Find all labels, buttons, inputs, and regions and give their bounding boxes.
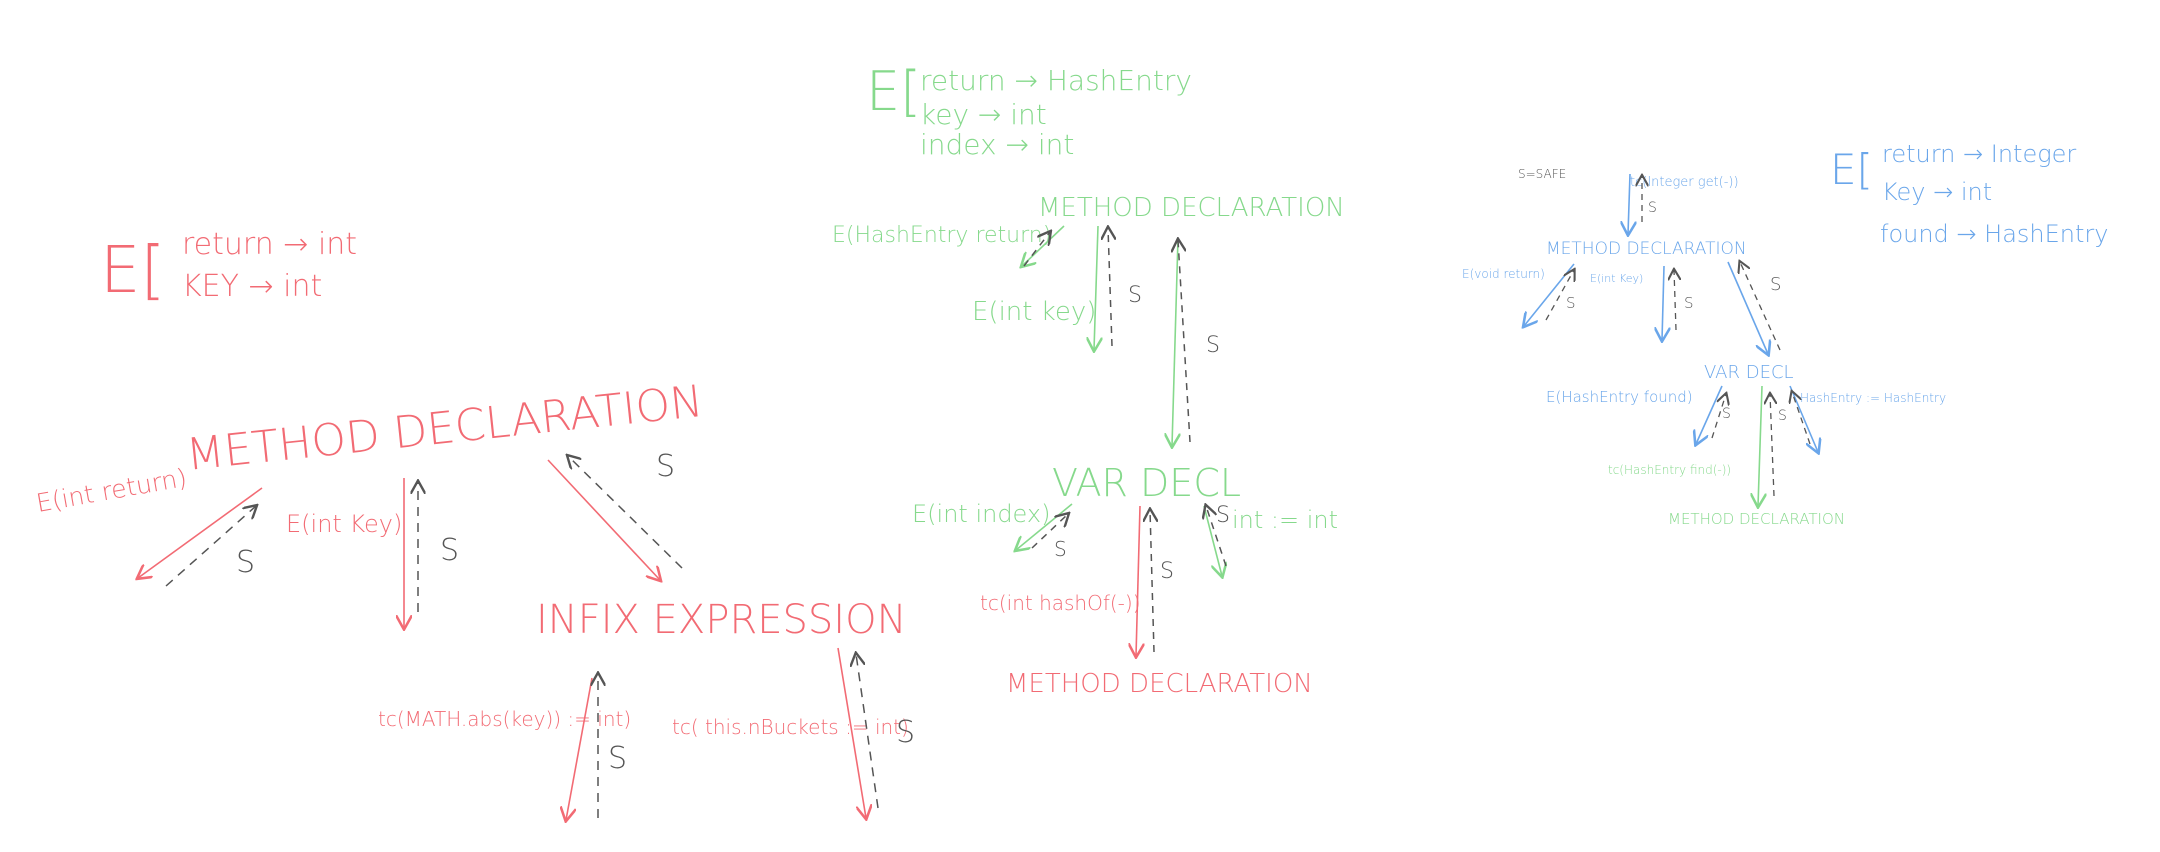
green-s-label-3: S [1054,537,1067,561]
red-s-label-4: S [608,741,627,776]
blue-env-key: E(int Key) [1590,272,1643,285]
green-var-decl: VAR DECL [1052,461,1241,505]
red-tc-right: tc( this.nBuckets := int) [672,715,909,739]
blue-env-row-1: return → Integer [1882,140,2076,168]
green-arrow-to-method-bottom [1136,505,1140,656]
red-method-declaration: METHOD DECLARATION [184,376,706,481]
green-int-assign: int := int [1232,506,1338,534]
blue-panel: E[ return → Integer Key → int found → Ha… [1462,140,2108,528]
blue-method-declaration-bottom: METHOD DECLARATION [1668,510,1845,528]
red-tc-left: tc(MATH.abs(key)) := int) [378,707,631,731]
green-arrow-to-var-decl [1172,237,1178,446]
blue-arrow-to-env-found [1696,385,1723,444]
red-env-return: E(int return) [34,463,189,518]
green-s-label-2: S [1206,333,1220,358]
red-panel: E[ return → int KEY → int METHOD DECLARA… [34,227,915,820]
blue-env-found: E(HashEntry found) [1546,388,1693,406]
blue-s-arrow-3 [1674,270,1676,331]
blue-s-safe: S=SAFE [1518,167,1566,181]
blue-method-declaration: METHOD DECLARATION [1546,239,1747,259]
red-env-bracket: E[ [100,234,165,308]
green-s-label-4: S [1160,559,1174,584]
blue-env-return: E(void return) [1462,267,1545,281]
green-method-declaration-bottom: METHOD DECLARATION [1006,669,1313,699]
green-panel: E[ return → HashEntry key → int index → … [832,60,1345,699]
blue-env-row-2: Key → int [1882,178,1992,206]
blue-arrow-to-var-decl [1727,261,1768,354]
blue-env-bracket: E[ [1830,145,1873,194]
red-arrow-to-infix [547,459,660,580]
green-env-bracket: E[ [866,60,921,123]
green-s-arrow-3 [1178,240,1191,443]
blue-assign: HashEntry := HashEntry [1800,391,1946,405]
blue-s-label-5: S [1722,406,1731,422]
green-env-return: E(HashEntry return) [832,223,1051,248]
blue-s-label-6: S [1778,408,1787,424]
sketch-layer: E[ return → int KEY → int METHOD DECLARA… [34,60,2108,852]
red-s-label-3: S [656,449,675,484]
blue-tc-top: tc(Integer get(-)) [1630,175,1739,190]
blue-arrow-to-method-bottom [1758,385,1762,506]
blue-s-arrow-6 [1770,394,1774,497]
green-tc-hash: tc(int hashOf(-)) [980,591,1141,615]
green-s-arrow-5 [1150,510,1154,653]
blue-s-label-2: S [1566,294,1576,312]
green-env-row-3: index → int [920,128,1074,161]
red-env-row-2: KEY → int [182,269,322,304]
green-env-row-2: key → int [920,98,1047,131]
green-env-row-1: return → HashEntry [920,64,1192,97]
whiteboard-canvas: E[ return → int KEY → int METHOD DECLARA… [0,0,2160,852]
green-s-label-5: S [1216,503,1230,528]
blue-s-label-3: S [1684,294,1694,312]
red-infix-expression: INFIX EXPRESSION [536,597,907,643]
green-s-label-1: S [1128,283,1142,308]
blue-var-decl: VAR DECL [1704,362,1794,383]
red-env-key: E(int Key) [286,510,402,538]
blue-s-label-1: S [1648,200,1657,216]
green-s-arrow-2 [1108,228,1112,347]
blue-s-label-4: S [1770,274,1781,295]
blue-env-row-3: found → HashEntry [1880,220,2108,248]
red-arrow-infix-left [566,677,593,820]
green-env-key: E(int key) [972,297,1096,327]
blue-arrow-to-env-key [1662,265,1664,340]
red-env-row-1: return → int [182,227,357,262]
blue-arrow-to-method [1628,173,1630,234]
red-s-label-5: S [896,715,915,750]
green-env-index: E(int index) [912,500,1050,528]
red-s-label-2: S [440,533,459,568]
blue-tc-find: tc(HashEntry find(-)) [1608,463,1731,477]
green-arrow-to-env-key [1094,225,1098,350]
green-method-declaration: METHOD DECLARATION [1038,193,1345,223]
red-s-label-1: S [236,545,255,580]
